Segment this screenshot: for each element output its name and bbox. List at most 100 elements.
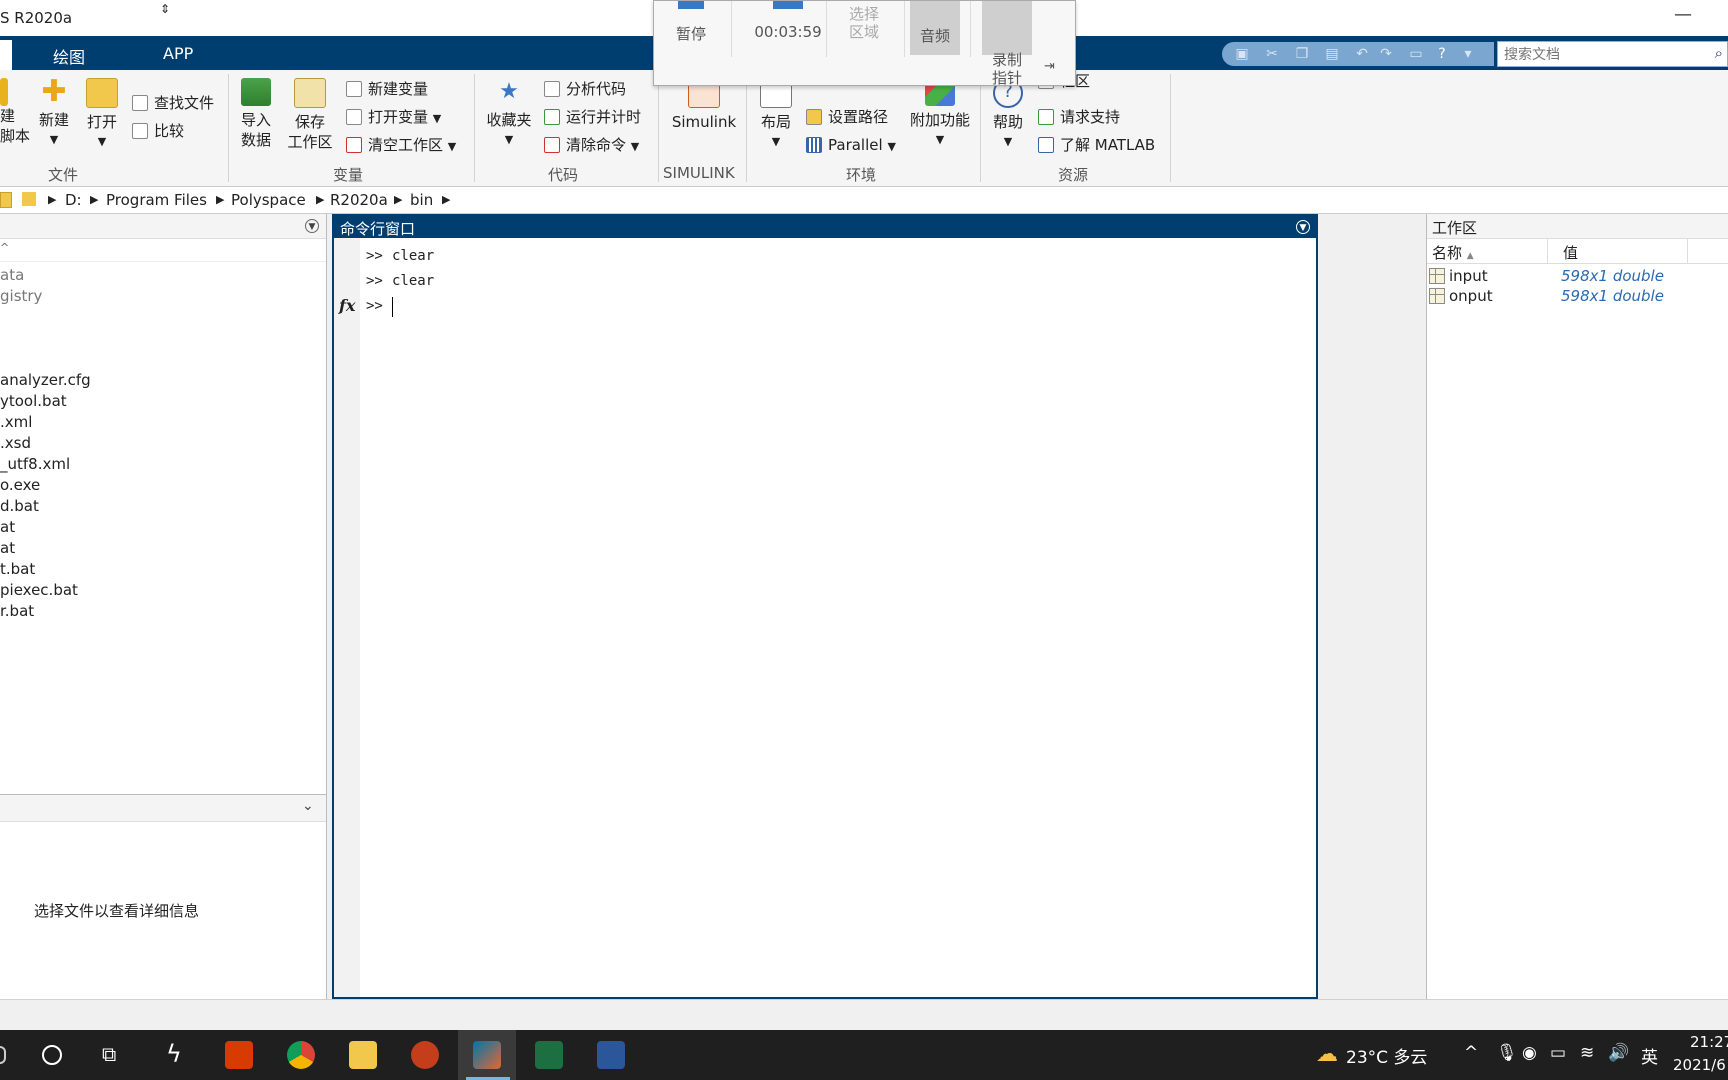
list-item[interactable]: o.exe	[0, 476, 40, 494]
find-files-button[interactable]: 查找文件	[132, 92, 214, 114]
request-support-button[interactable]: 请求支持	[1038, 106, 1120, 128]
column-header[interactable]: ^	[0, 239, 326, 262]
powerpoint-icon[interactable]	[411, 1041, 439, 1069]
weather-icon[interactable]: ☁	[1316, 1042, 1338, 1067]
task-view-icon[interactable]: ⧉	[102, 1042, 116, 1066]
breadcrumb-item[interactable]: R2020a	[330, 191, 388, 209]
search-icon[interactable]: ⌕	[1715, 44, 1723, 62]
new-script-button[interactable]: 建 脚本	[0, 78, 30, 146]
chrome-icon[interactable]	[287, 1041, 315, 1069]
qq-icon[interactable]: ◉	[1522, 1043, 1537, 1063]
clear-workspace-button[interactable]: 清空工作区 ▼	[346, 134, 456, 156]
breadcrumb-arrow-icon[interactable]: ▶	[442, 193, 450, 206]
chevron-up-icon[interactable]: ^	[1464, 1043, 1478, 1063]
clock-date[interactable]: 2021/6	[1673, 1056, 1726, 1074]
clock-time[interactable]: 21:27	[1690, 1033, 1728, 1051]
command-window[interactable]: 命令行窗口 ▼ >> clear >> clear fx >>	[332, 214, 1318, 999]
learn-matlab-button[interactable]: 了解 MATLAB	[1038, 134, 1155, 156]
search-input[interactable]	[1502, 43, 1706, 67]
volume-icon[interactable]: 🔊	[1608, 1043, 1629, 1063]
add-ons-button[interactable]: 附加功能 ▼	[908, 78, 972, 150]
folder-icon[interactable]	[22, 192, 36, 206]
cut-icon[interactable]: ✂	[1264, 46, 1280, 62]
breadcrumb-item[interactable]: bin	[410, 191, 433, 209]
list-item[interactable]: .xsd	[0, 434, 31, 452]
run-and-time-button[interactable]: 运行并计时	[544, 106, 641, 128]
list-item[interactable]: d.bat	[0, 497, 39, 515]
copy-icon[interactable]: ❐	[1294, 46, 1310, 62]
list-item[interactable]: at	[0, 518, 15, 536]
breadcrumb-arrow-icon[interactable]: ▶	[90, 193, 98, 206]
weather-text[interactable]: 23°C 多云	[1346, 1043, 1427, 1068]
matlab-icon[interactable]	[473, 1041, 501, 1069]
list-item[interactable]: r.bat	[0, 602, 34, 620]
open-button[interactable]: 打开 ▼	[84, 78, 120, 152]
details-header[interactable]: ⌄	[0, 794, 326, 822]
list-item[interactable]: analyzer.cfg	[0, 371, 91, 389]
column-divider[interactable]	[1547, 239, 1548, 263]
start-icon[interactable]	[0, 1046, 6, 1064]
analyze-code-button[interactable]: 分析代码	[544, 78, 626, 100]
pin-icon[interactable]: ⇥	[1044, 59, 1055, 74]
list-item[interactable]: ata	[0, 266, 24, 284]
clear-commands-button[interactable]: 清除命令 ▼	[544, 134, 639, 156]
list-item[interactable]: at	[0, 539, 15, 557]
battery-icon[interactable]: ▭	[1550, 1043, 1566, 1063]
tab-plots[interactable]: 绘图	[53, 44, 85, 68]
customize-dropdown-icon[interactable]: ▾	[1460, 46, 1476, 62]
input-method[interactable]: 英	[1641, 1043, 1658, 1068]
chevron-down-icon[interactable]: ⌄	[302, 798, 314, 814]
parallel-button[interactable]: Parallel ▼	[806, 134, 896, 156]
panel-actions-icon[interactable]: ▼	[1296, 220, 1310, 234]
audio-button[interactable]: 音频	[910, 1, 960, 55]
layout-button[interactable]: 布局 ▼	[756, 78, 796, 152]
simulink-button[interactable]: Simulink	[668, 78, 740, 132]
tab-home[interactable]	[0, 40, 12, 70]
breadcrumb-item[interactable]: D:	[65, 191, 82, 209]
function-browser-icon[interactable]: fx	[339, 296, 355, 315]
breadcrumb-arrow-icon[interactable]: ▶	[316, 193, 324, 206]
switch-windows-icon[interactable]: ▭	[1408, 46, 1424, 62]
list-item[interactable]: piexec.bat	[0, 581, 78, 599]
column-value[interactable]: 值	[1563, 242, 1578, 263]
excel-icon[interactable]	[535, 1041, 563, 1069]
breadcrumb-item[interactable]: Polyspace	[231, 191, 306, 209]
table-row[interactable]: input 598x1 double	[1427, 266, 1728, 286]
breadcrumb-arrow-icon[interactable]: ▶	[48, 193, 56, 206]
set-path-button[interactable]: 设置路径	[806, 106, 888, 128]
browse-folder-icon[interactable]	[0, 192, 12, 208]
word-icon[interactable]	[597, 1041, 625, 1069]
list-item[interactable]: t.bat	[0, 560, 35, 578]
minimize-button[interactable]: —	[1674, 4, 1692, 25]
breadcrumb-arrow-icon[interactable]: ▶	[216, 193, 224, 206]
paste-icon[interactable]: ▤	[1324, 46, 1340, 62]
save-icon[interactable]: ▣	[1234, 46, 1250, 62]
wifi-icon[interactable]: ≋	[1580, 1043, 1594, 1063]
open-variable-button[interactable]: 打开变量 ▼	[346, 106, 441, 128]
table-row[interactable]: onput 598x1 double	[1427, 286, 1728, 306]
select-region-button[interactable]: 选择 区域	[832, 5, 896, 41]
column-divider[interactable]	[1687, 239, 1688, 263]
column-name[interactable]: 名称 ▲	[1432, 242, 1474, 263]
pause-button[interactable]: 暂停	[664, 1, 718, 44]
redo-icon[interactable]: ↷	[1378, 46, 1394, 62]
record-pointer-button[interactable]: 录制 指针	[982, 1, 1032, 87]
compare-button[interactable]: 比较	[132, 120, 184, 142]
office-icon[interactable]	[225, 1041, 253, 1069]
favorites-button[interactable]: ★ 收藏夹 ▼	[484, 78, 534, 150]
new-button[interactable]: ✚ 新建 ▼	[34, 77, 74, 150]
lightning-app-icon[interactable]: ϟ	[166, 1040, 182, 1068]
file-explorer-icon[interactable]	[349, 1041, 377, 1069]
microphone-icon[interactable]: 🎙	[1496, 1043, 1518, 1063]
import-data-button[interactable]: 导入 数据	[238, 78, 274, 150]
list-item[interactable]: .xml	[0, 413, 32, 431]
undo-icon[interactable]: ↶	[1354, 46, 1370, 62]
list-item[interactable]: ytool.bat	[0, 392, 67, 410]
list-item[interactable]: gistry	[0, 287, 42, 305]
breadcrumb-item[interactable]: Program Files	[106, 191, 207, 209]
tab-apps[interactable]: APP	[163, 44, 193, 63]
search-icon[interactable]	[42, 1045, 62, 1065]
breadcrumb-arrow-icon[interactable]: ▶	[394, 193, 402, 206]
list-item[interactable]: _utf8.xml	[0, 455, 70, 473]
new-variable-button[interactable]: 新建变量	[346, 78, 428, 100]
